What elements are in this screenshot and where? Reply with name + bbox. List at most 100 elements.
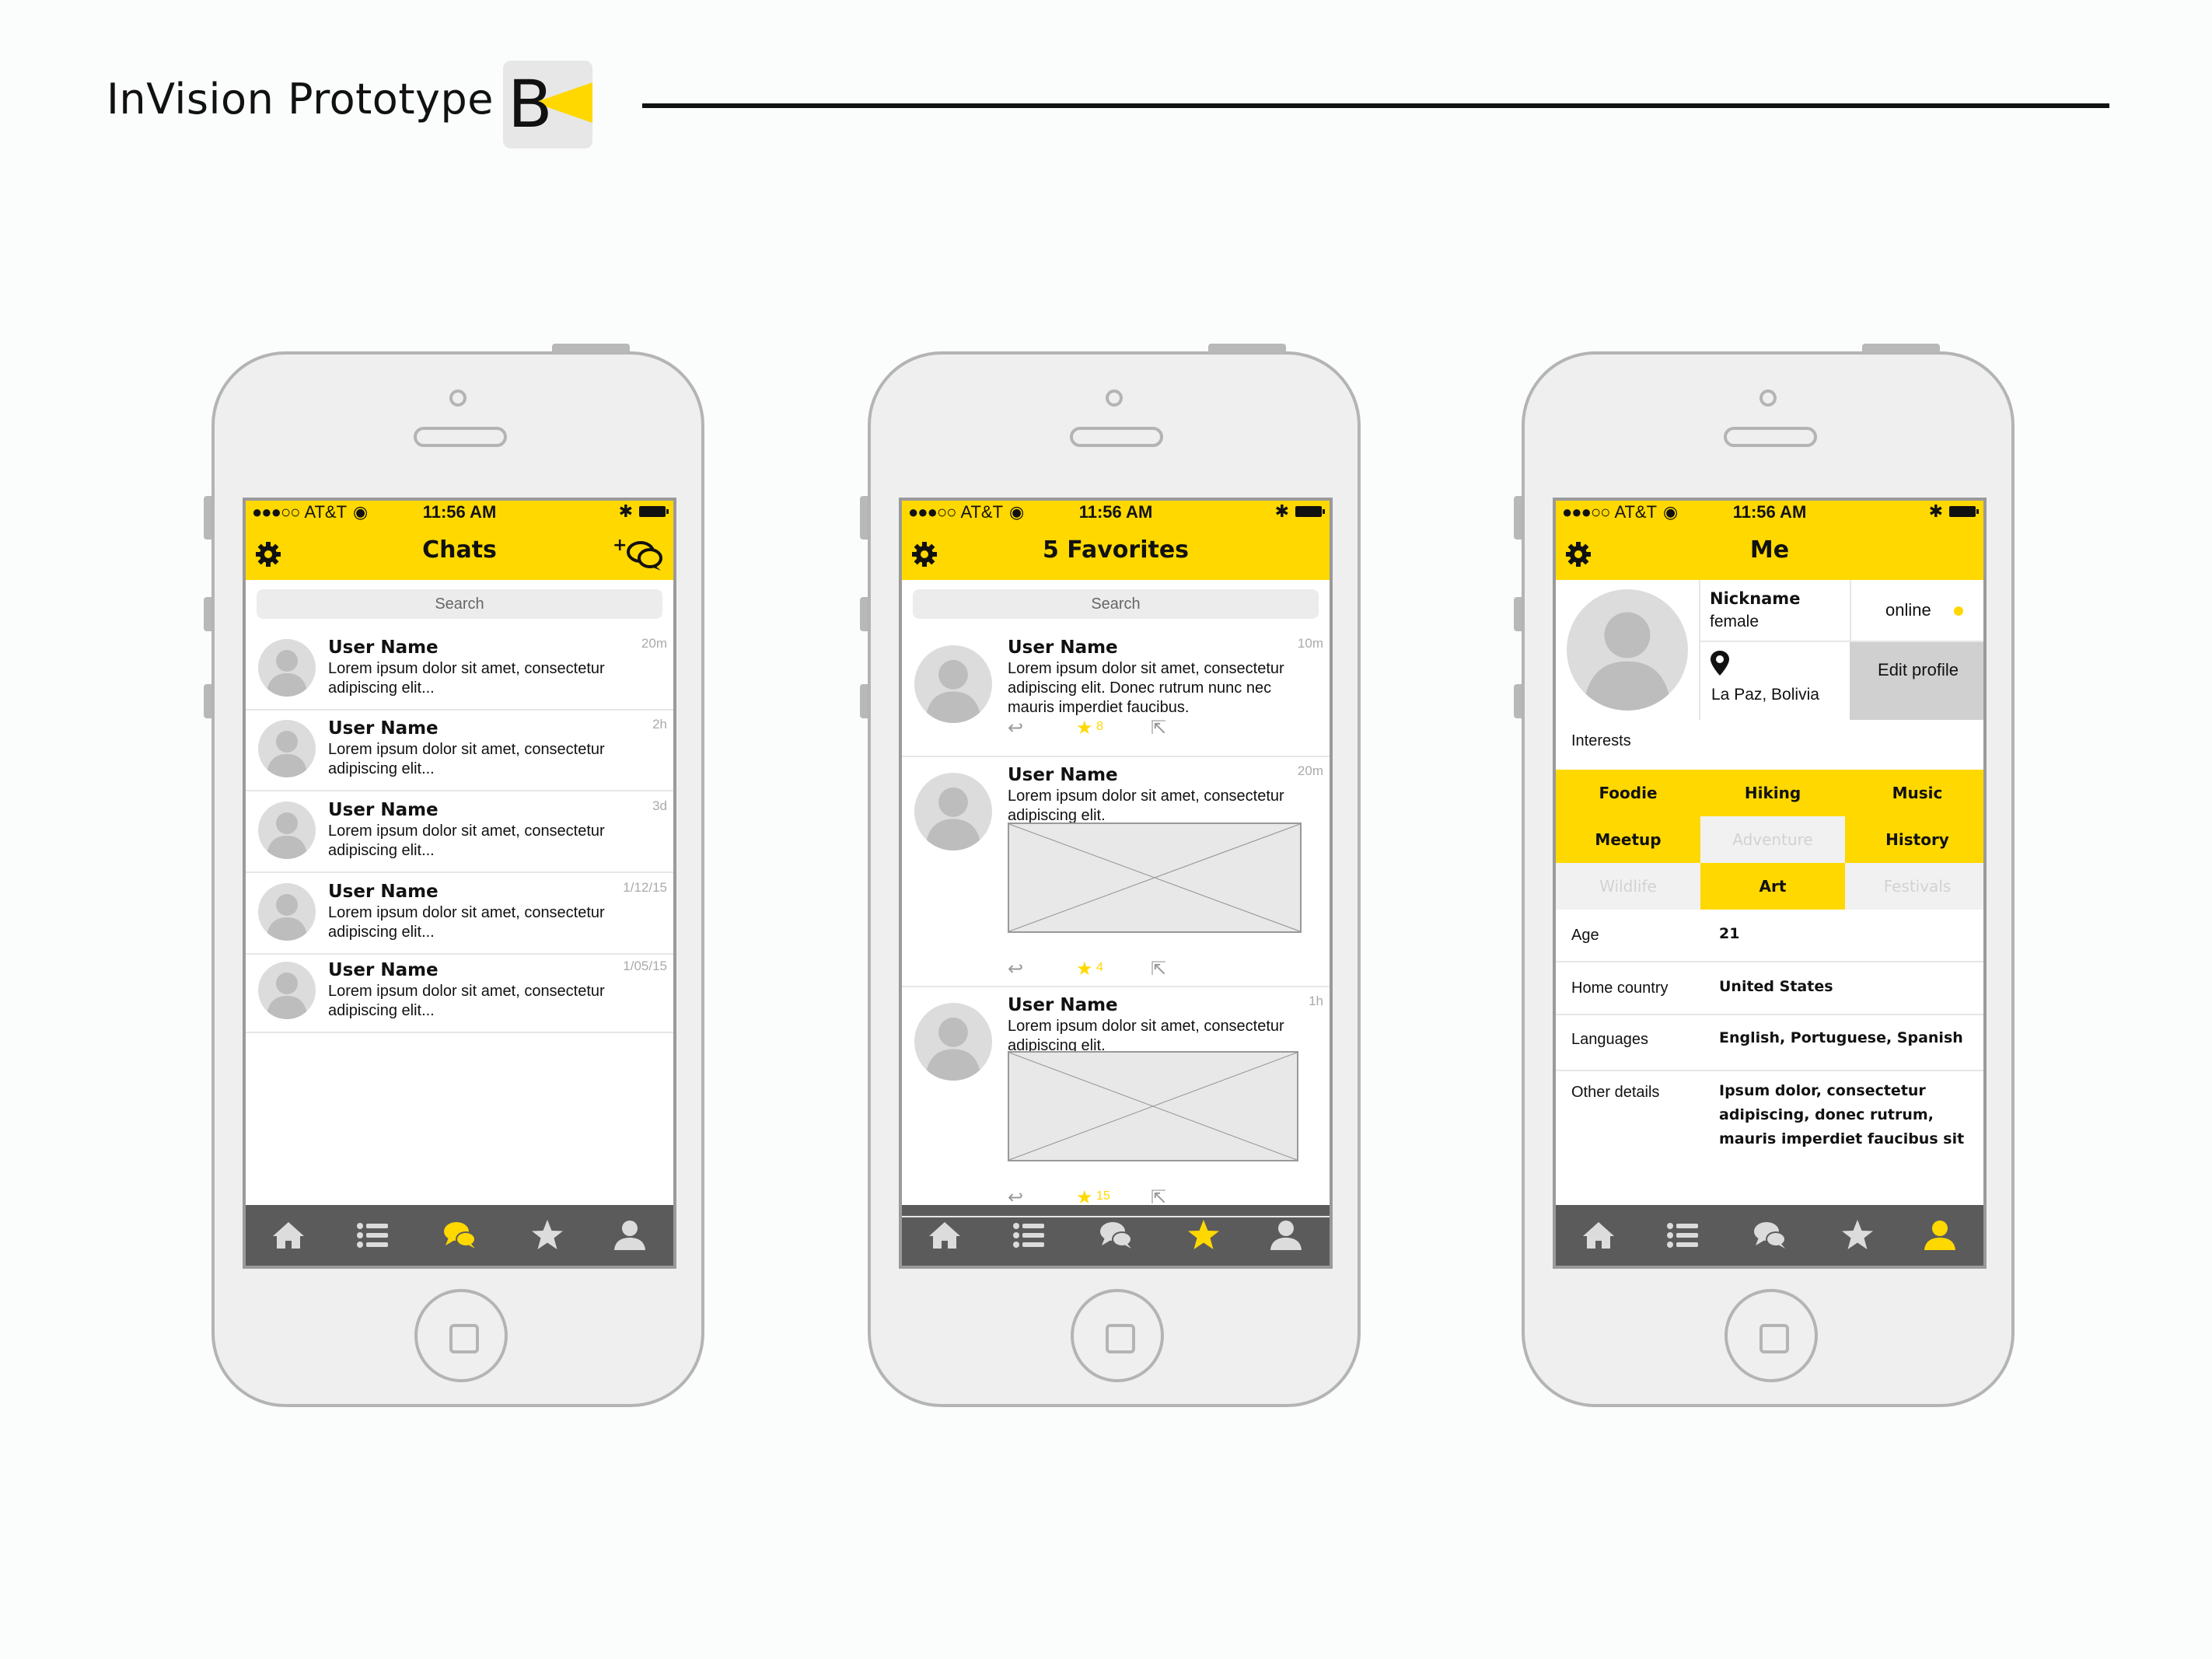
favorite-post[interactable]: User Name Lorem ipsum dolor sit amet, con… (902, 987, 1330, 1217)
list-icon (1667, 1223, 1698, 1248)
tab-home[interactable] (927, 1217, 963, 1253)
profile-photo-cell[interactable] (1556, 580, 1699, 720)
nickname-cell: Nickname female (1699, 580, 1850, 642)
person-icon (614, 1221, 645, 1250)
star-icon (1188, 1220, 1219, 1249)
tab-list[interactable] (1011, 1217, 1047, 1253)
image-placeholder[interactable] (1008, 1051, 1298, 1161)
home-square-icon (1106, 1324, 1135, 1353)
favorite-post[interactable]: User Name Lorem ipsum dolor sit amet, con… (902, 757, 1330, 987)
nav-bar: Me (1556, 524, 1983, 580)
tab-home[interactable] (1581, 1217, 1616, 1253)
post-user-name: User Name (1008, 765, 1118, 785)
power-button[interactable] (1862, 344, 1940, 353)
mute-switch[interactable] (204, 496, 211, 540)
list-icon (1013, 1223, 1044, 1248)
post-user-name: User Name (1008, 637, 1118, 658)
star-icon[interactable]: ★ (1076, 717, 1093, 739)
home-button[interactable] (414, 1289, 508, 1382)
mute-switch[interactable] (1514, 496, 1522, 540)
star-count: 15 (1096, 1189, 1110, 1203)
interest-tag[interactable]: Festivals (1845, 863, 1983, 910)
interest-tag[interactable]: Hiking (1700, 770, 1845, 816)
profile-detail-row: Age 21 (1556, 910, 1983, 962)
chat-list-item[interactable]: User Name Lorem ipsum dolor sit amet, con… (246, 874, 673, 955)
detail-value: Ipsum dolor, consectetur adipiscing, don… (1719, 1082, 1965, 1147)
volume-down-button[interactable] (1514, 684, 1522, 718)
post-user-name: User Name (1008, 995, 1118, 1015)
chat-list-item[interactable]: User Name Lorem ipsum dolor sit amet, con… (246, 630, 673, 711)
post-actions: ↩ ★ 15 ⇱ (1008, 1186, 1194, 1209)
interest-tag[interactable]: Foodie (1556, 770, 1700, 816)
favorite-post[interactable]: User Name Lorem ipsum dolor sit amet, con… (902, 630, 1330, 757)
detail-label: Other details (1571, 1084, 1660, 1101)
tab-list[interactable] (1665, 1217, 1700, 1253)
tab-favorites[interactable] (1186, 1217, 1221, 1253)
status-cell: online (1850, 580, 1983, 642)
interest-tag[interactable]: Meetup (1556, 816, 1700, 863)
star-icon[interactable]: ★ (1076, 1186, 1093, 1209)
chat-list-item[interactable]: User Name Lorem ipsum dolor sit amet, con… (246, 792, 673, 873)
interest-tag[interactable]: Wildlife (1556, 863, 1700, 910)
chat-preview: Lorem ipsum dolor sit amet, consectetur … (328, 660, 605, 697)
chat-timestamp: 3d (652, 798, 667, 813)
location-pin-icon (1710, 650, 1730, 676)
home-button[interactable] (1071, 1289, 1164, 1382)
location-cell: La Paz, Bolivia (1699, 642, 1850, 720)
reply-icon[interactable]: ↩ (1008, 717, 1023, 739)
share-icon[interactable]: ⇱ (1151, 717, 1166, 739)
detail-value: English, Portuguese, Spanish (1719, 1029, 1963, 1046)
tab-chats[interactable] (1099, 1217, 1134, 1253)
star-icon[interactable]: ★ (1076, 958, 1093, 980)
tab-me[interactable] (612, 1217, 648, 1253)
home-square-icon (449, 1324, 479, 1353)
avatar (258, 639, 316, 697)
home-button[interactable] (1725, 1289, 1818, 1382)
tab-home[interactable] (271, 1217, 306, 1253)
location: La Paz, Bolivia (1711, 686, 1819, 704)
edit-profile-button[interactable]: Edit profile (1850, 642, 1983, 720)
star-icon (1842, 1220, 1873, 1249)
logo-letter: B (508, 66, 553, 142)
post-text: Lorem ipsum dolor sit amet, consectetur … (1008, 660, 1284, 716)
earpiece-speaker (414, 427, 507, 447)
avatar (914, 1003, 992, 1081)
search-input[interactable]: Search (257, 589, 662, 619)
volume-up-button[interactable] (204, 597, 211, 631)
search-input[interactable]: Search (913, 589, 1319, 619)
chat-list-item[interactable]: User Name Lorem ipsum dolor sit amet, con… (246, 711, 673, 791)
interest-tag[interactable]: Art (1700, 863, 1845, 910)
tab-me[interactable] (1268, 1217, 1304, 1253)
chat-preview: Lorem ipsum dolor sit amet, consectetur … (328, 823, 605, 859)
tab-favorites[interactable] (1840, 1217, 1875, 1253)
tab-me[interactable] (1922, 1217, 1958, 1253)
share-icon[interactable]: ⇱ (1151, 958, 1166, 980)
earpiece-speaker (1070, 427, 1163, 447)
chat-user-name: User Name (328, 637, 439, 658)
volume-up-button[interactable] (860, 597, 868, 631)
front-camera (1106, 389, 1123, 407)
power-button[interactable] (1208, 344, 1286, 353)
chat-user-name: User Name (328, 882, 439, 902)
chat-list-item[interactable]: User Name Lorem ipsum dolor sit amet, con… (246, 952, 673, 1033)
reply-icon[interactable]: ↩ (1008, 958, 1023, 980)
interest-tag[interactable]: History (1845, 816, 1983, 863)
new-chat-icon[interactable]: + (613, 536, 666, 572)
tab-chats[interactable] (442, 1217, 478, 1253)
chat-preview: Lorem ipsum dolor sit amet, consectetur … (328, 983, 605, 1019)
volume-down-button[interactable] (860, 684, 868, 718)
share-icon[interactable]: ⇱ (1151, 1186, 1166, 1209)
mute-switch[interactable] (860, 496, 868, 540)
reply-icon[interactable]: ↩ (1008, 1186, 1023, 1209)
tab-chats[interactable] (1752, 1217, 1788, 1253)
power-button[interactable] (552, 344, 630, 353)
earpiece-speaker (1724, 427, 1817, 447)
volume-up-button[interactable] (1514, 597, 1522, 631)
battery-icon (1949, 506, 1979, 517)
image-placeholder[interactable] (1008, 823, 1302, 933)
volume-down-button[interactable] (204, 684, 211, 718)
tab-favorites[interactable] (529, 1217, 565, 1253)
tab-list[interactable] (355, 1217, 390, 1253)
interest-tag[interactable]: Adventure (1700, 816, 1845, 863)
interest-tag[interactable]: Music (1845, 770, 1983, 816)
